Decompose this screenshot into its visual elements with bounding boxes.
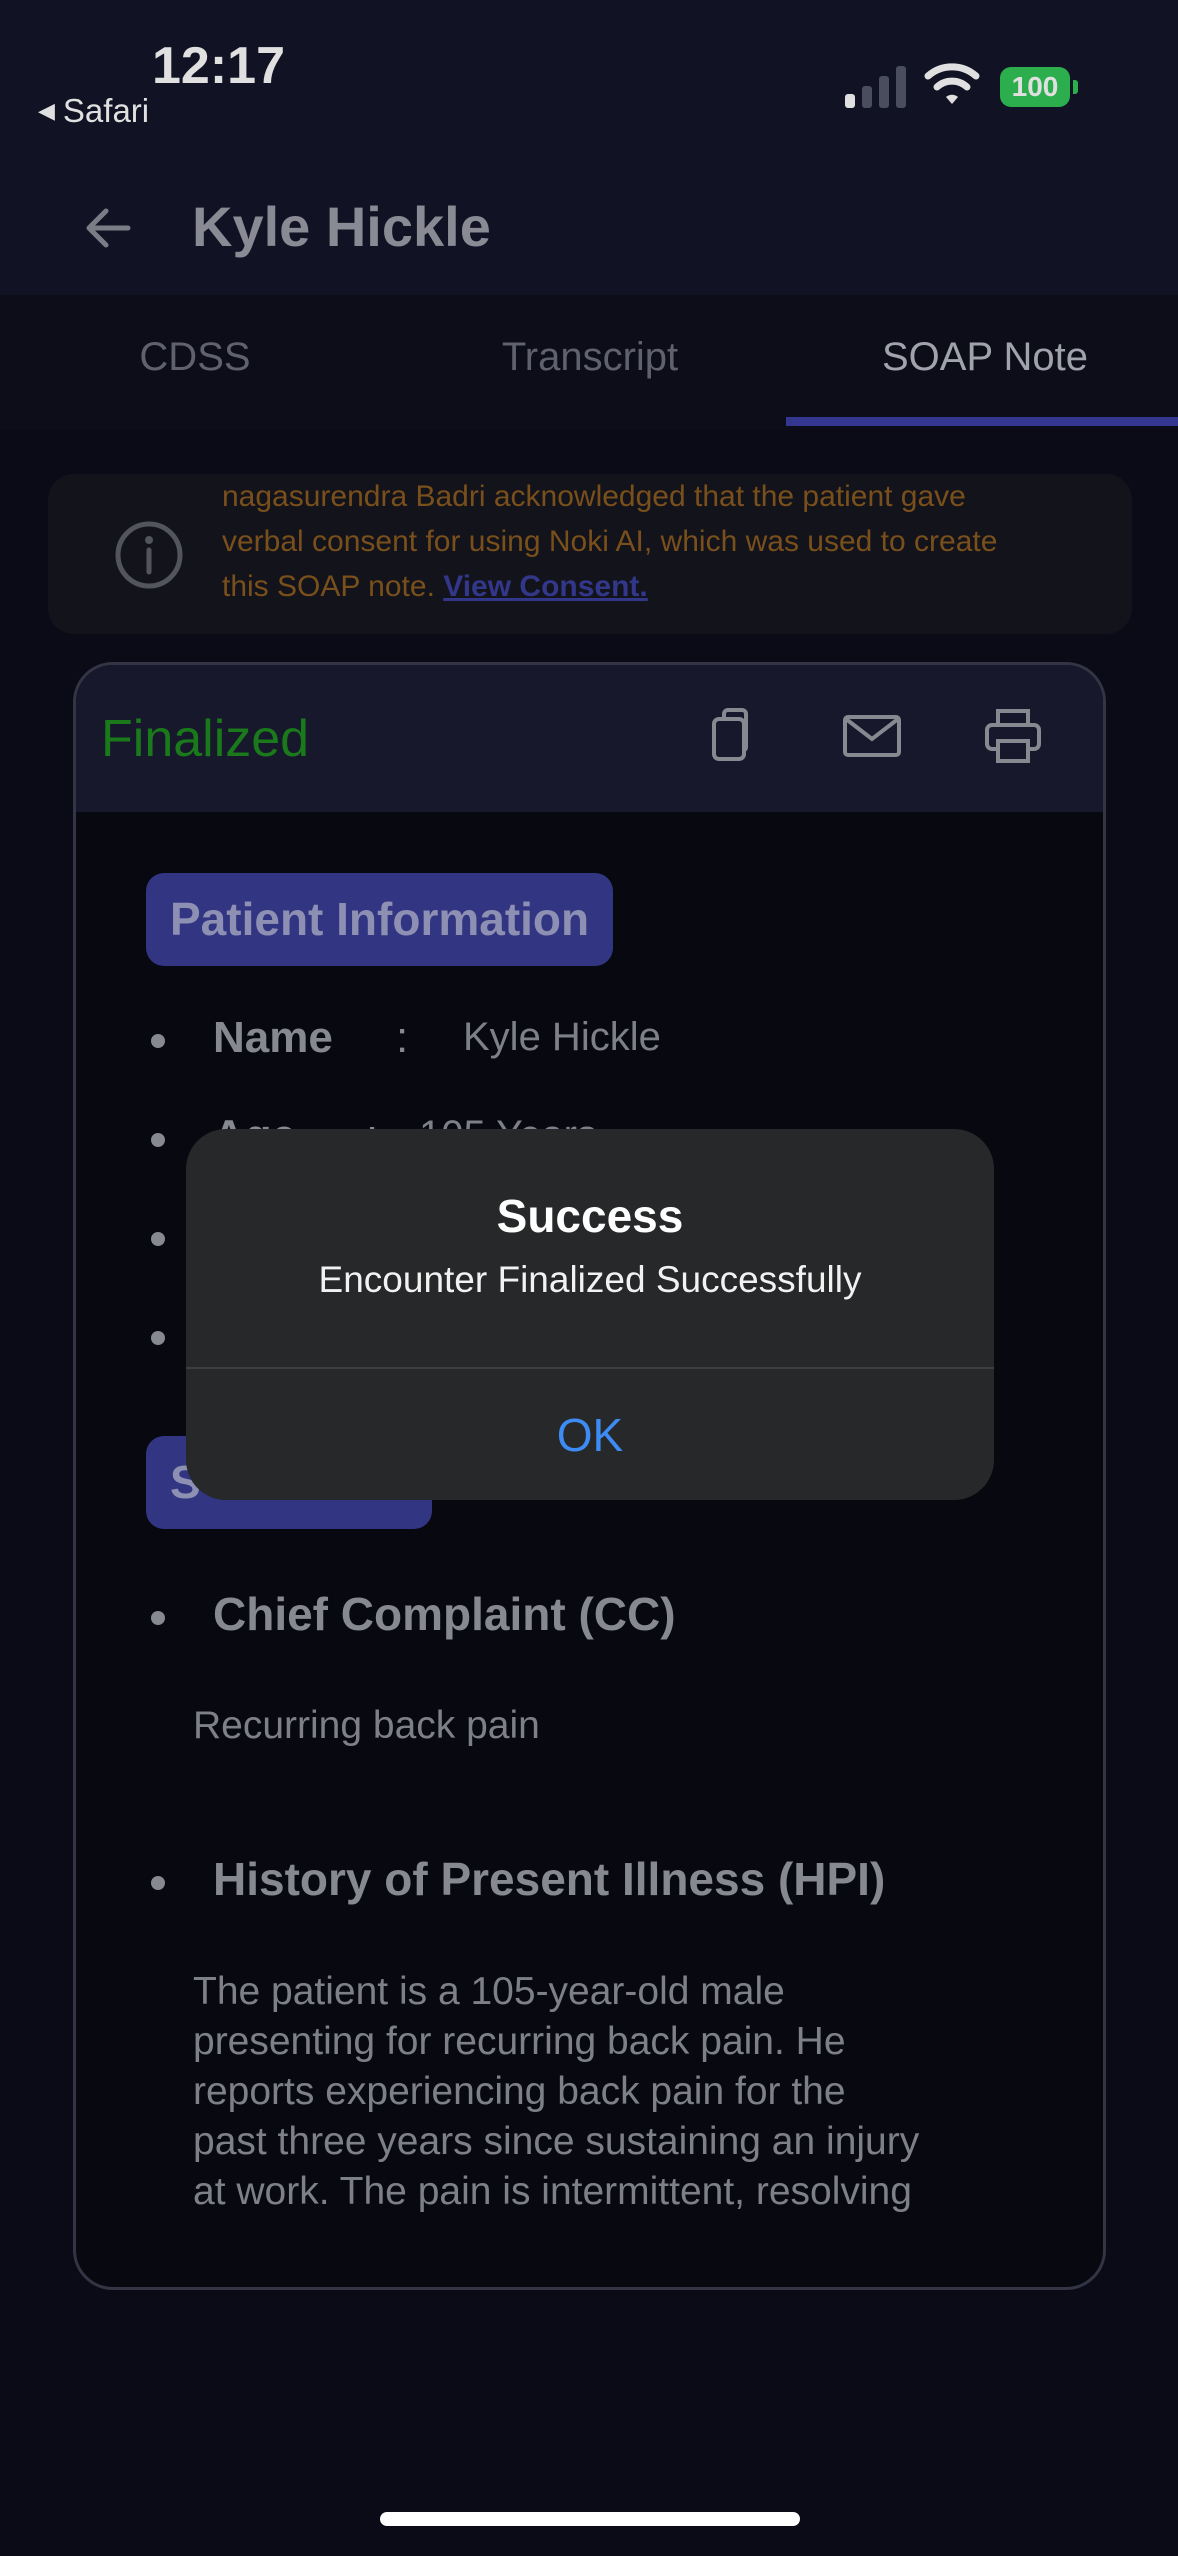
alert-title: Success — [496, 1190, 684, 1242]
ok-button[interactable]: OK — [186, 1369, 994, 1500]
screen: 12:17 ◀ Safari 100 Kyle Hickle CDSS Tran… — [0, 0, 1178, 2556]
home-indicator[interactable] — [380, 2512, 800, 2526]
success-alert: Success Encounter Finalized Successfully… — [186, 1129, 994, 1500]
alert-message: Encounter Finalized Successfully — [318, 1259, 862, 1300]
